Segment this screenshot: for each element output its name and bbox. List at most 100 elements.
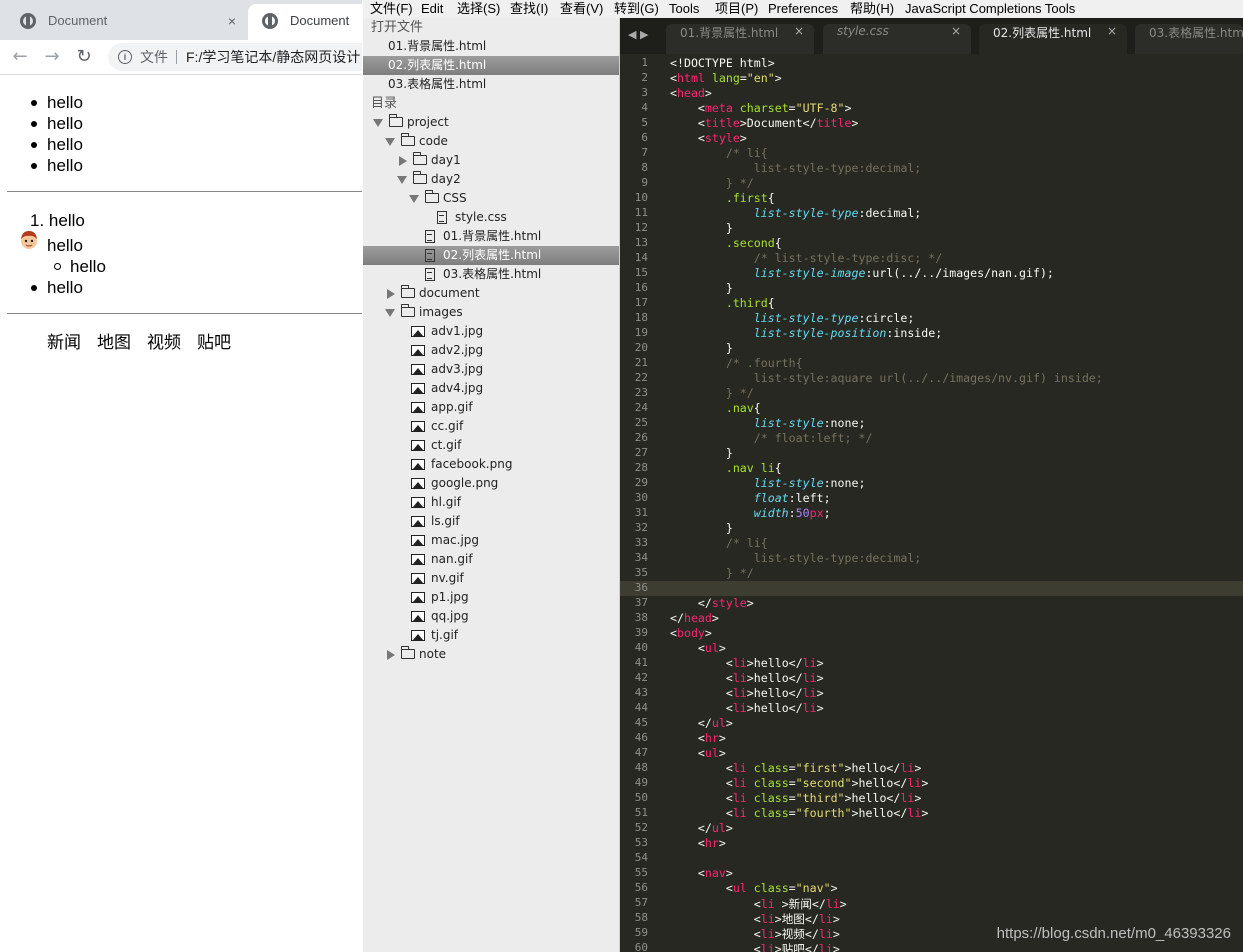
code-line[interactable]: } — [670, 341, 733, 355]
code-line[interactable]: .first{ — [670, 191, 775, 205]
code-line[interactable]: } — [670, 521, 733, 535]
forward-icon[interactable]: → — [40, 45, 64, 69]
expand-arrow-icon[interactable] — [397, 176, 407, 184]
code-line[interactable]: <hr> — [670, 836, 726, 850]
back-icon[interactable]: ← — [8, 45, 32, 69]
open-file-item[interactable]: 03.表格属性.html — [363, 75, 619, 94]
code-line[interactable]: list-style:none; — [670, 416, 866, 430]
code-line[interactable]: .second{ — [670, 236, 782, 250]
close-tab-icon[interactable]: × — [228, 4, 236, 38]
reload-icon[interactable]: ↻ — [72, 45, 96, 69]
tree-item[interactable]: ct.gif — [363, 436, 619, 455]
tree-item[interactable]: google.png — [363, 474, 619, 493]
editor-tab-1[interactable]: 01.背景属性.html × — [666, 24, 814, 54]
menu-edit[interactable]: Edit — [421, 0, 443, 18]
code-line[interactable]: } */ — [670, 176, 754, 190]
code-line[interactable]: </ul> — [670, 821, 733, 835]
tree-item[interactable]: mac.jpg — [363, 531, 619, 550]
open-file-item[interactable]: 01.背景属性.html — [363, 37, 619, 56]
code-line[interactable]: </head> — [670, 611, 719, 625]
code-line[interactable]: <li >新闻</li> — [670, 896, 847, 912]
code-line[interactable]: list-style-type:decimal; — [670, 551, 922, 565]
open-file-item[interactable]: 02.列表属性.html — [363, 56, 619, 75]
editor-tab-3[interactable]: 02.列表属性.html × — [979, 24, 1127, 54]
code-line[interactable]: .third{ — [670, 296, 775, 310]
tree-item[interactable]: day1 — [363, 151, 619, 170]
close-tab-icon[interactable]: × — [951, 24, 961, 38]
code-line[interactable]: list-style-type:circle; — [670, 311, 915, 325]
tree-item[interactable]: note — [363, 645, 619, 664]
tree-item[interactable]: 02.列表属性.html — [363, 246, 619, 265]
collapse-arrow-icon[interactable] — [387, 650, 395, 660]
code-line[interactable]: <meta charset="UTF-8"> — [670, 101, 852, 115]
code-line[interactable]: list-style:aquare url(../../images/nv.gi… — [670, 371, 1103, 385]
expand-arrow-icon[interactable] — [385, 138, 395, 146]
code-line[interactable]: .nav{ — [670, 401, 761, 415]
tree-item[interactable]: nv.gif — [363, 569, 619, 588]
code-line[interactable]: /* li{ — [670, 146, 768, 160]
menu-goto[interactable]: 转到(G) — [614, 0, 659, 18]
collapse-arrow-icon[interactable] — [387, 289, 395, 299]
code-line[interactable]: list-style-type:decimal; — [670, 161, 922, 175]
code-line[interactable]: } — [670, 221, 733, 235]
tree-item[interactable]: style.css — [363, 208, 619, 227]
code-line[interactable]: } — [670, 281, 733, 295]
tree-item[interactable]: adv4.jpg — [363, 379, 619, 398]
tree-item[interactable]: p1.jpg — [363, 588, 619, 607]
tree-item[interactable]: document — [363, 284, 619, 303]
menu-view[interactable]: 查看(V) — [560, 0, 603, 18]
code-line[interactable]: <html lang="en"> — [670, 71, 782, 85]
code-line[interactable]: <body> — [670, 626, 712, 640]
code-line[interactable]: <li class="third">hello</li> — [670, 791, 922, 805]
code-line[interactable]: <li class="second">hello</li> — [670, 776, 928, 790]
code-line[interactable]: float:left; — [670, 491, 831, 505]
code-line[interactable]: <head> — [670, 86, 712, 100]
code-line[interactable]: } */ — [670, 386, 754, 400]
tree-item[interactable]: day2 — [363, 170, 619, 189]
code-line[interactable]: <li>地图</li> — [670, 911, 840, 927]
tree-item[interactable]: hl.gif — [363, 493, 619, 512]
tree-item[interactable]: ls.gif — [363, 512, 619, 531]
menu-project[interactable]: 项目(P) — [715, 0, 758, 18]
tree-item[interactable]: project — [363, 113, 619, 132]
code-line[interactable]: <title>Document</title> — [670, 116, 859, 130]
info-icon[interactable]: i — [118, 50, 132, 64]
editor-tab-4[interactable]: 03.表格属性.html — [1135, 24, 1243, 54]
close-tab-icon[interactable]: × — [1107, 24, 1117, 38]
menu-tools[interactable]: Tools — [669, 0, 699, 18]
tree-item[interactable]: code — [363, 132, 619, 151]
code-line[interactable]: </ul> — [670, 716, 733, 730]
code-line[interactable]: list-style-type:decimal; — [670, 206, 922, 220]
code-line[interactable]: <li>hello</li> — [670, 686, 824, 700]
code-line[interactable]: /* list-style-type:disc; */ — [670, 251, 942, 265]
tree-item[interactable]: cc.gif — [363, 417, 619, 436]
code-line[interactable]: <li class="fourth">hello</li> — [670, 806, 928, 820]
code-line[interactable]: list-style:none; — [670, 476, 866, 490]
tree-item[interactable]: nan.gif — [363, 550, 619, 569]
tab-navigation-arrows[interactable]: ◀ ▶ — [628, 28, 648, 41]
close-tab-icon[interactable]: × — [794, 24, 804, 38]
code-line[interactable]: <ul class="nav"> — [670, 881, 838, 895]
menu-help[interactable]: 帮助(H) — [850, 0, 894, 18]
code-line[interactable]: <!DOCTYPE html> — [670, 56, 775, 70]
tree-item[interactable]: images — [363, 303, 619, 322]
collapse-arrow-icon[interactable] — [399, 156, 407, 166]
code-line[interactable]: list-style-position:inside; — [670, 326, 942, 340]
code-line[interactable]: <li>hello</li> — [670, 701, 824, 715]
code-line[interactable]: <li class="first">hello</li> — [670, 761, 922, 775]
tree-item[interactable]: 01.背景属性.html — [363, 227, 619, 246]
code-line[interactable]: /* float:left; */ — [670, 431, 873, 445]
expand-arrow-icon[interactable] — [385, 309, 395, 317]
address-url[interactable]: F:/学习笔记本/静态网页设计 — [186, 43, 360, 71]
code-line[interactable]: /* .fourth{ — [670, 356, 803, 370]
code-line[interactable]: /* li{ — [670, 536, 768, 550]
tree-item[interactable]: facebook.png — [363, 455, 619, 474]
code-line[interactable]: <style> — [670, 131, 747, 145]
code-line[interactable]: .nav li{ — [670, 461, 782, 475]
tree-item[interactable]: adv3.jpg — [363, 360, 619, 379]
code-line[interactable]: <li>hello</li> — [670, 671, 824, 685]
expand-arrow-icon[interactable] — [373, 119, 383, 127]
code-line[interactable]: <li>hello</li> — [670, 656, 824, 670]
code-line[interactable]: } */ — [670, 566, 754, 580]
code-line[interactable]: } — [670, 446, 733, 460]
